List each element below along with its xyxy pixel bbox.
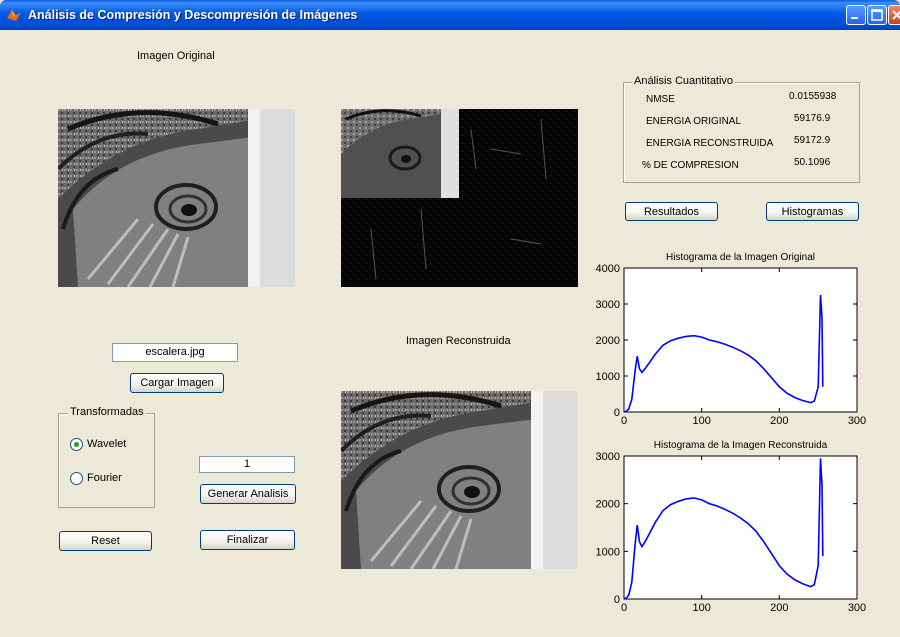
x-tick-label: 0 bbox=[621, 415, 627, 427]
reconstructed-energy-value: 59172.9 bbox=[794, 135, 831, 146]
wavelet-radio[interactable] bbox=[70, 438, 83, 451]
quantitative-analysis-title: Análisis Cuantitativo bbox=[632, 75, 736, 87]
original-histogram-chart: Histograma de la Imagen Original 0 100 200 3… bbox=[596, 252, 867, 427]
wavelet-coefficients-image bbox=[341, 109, 578, 287]
original-energy-value: 59176.9 bbox=[794, 113, 831, 124]
close-button[interactable] bbox=[888, 5, 900, 25]
generate-analysis-button[interactable]: Generar Analisis bbox=[200, 484, 296, 504]
reconstructed-energy-label: ENERGIA RECONSTRUIDA bbox=[646, 138, 774, 149]
nmse-label: NMSE bbox=[646, 94, 675, 105]
reconstructed-image bbox=[341, 391, 578, 569]
compression-label: % DE COMPRESION bbox=[642, 160, 739, 171]
x-tick-label: 100 bbox=[692, 415, 710, 427]
level-field[interactable]: 1 bbox=[199, 456, 295, 473]
compression-value: 50.1096 bbox=[794, 157, 831, 168]
matlab-icon bbox=[7, 10, 21, 21]
y-tick-label: 1000 bbox=[596, 371, 620, 383]
x-tick-label: 200 bbox=[770, 415, 788, 427]
histograms-button[interactable]: Histogramas bbox=[766, 202, 859, 221]
y-tick-label: 0 bbox=[614, 407, 620, 419]
x-tick-label: 0 bbox=[621, 602, 627, 614]
y-tick-label: 2000 bbox=[596, 335, 620, 347]
x-tick-label: 100 bbox=[692, 602, 710, 614]
maximize-button[interactable] bbox=[867, 5, 887, 25]
load-image-button[interactable]: Cargar Imagen bbox=[130, 373, 224, 393]
reconstructed-histogram-chart: Histograma de la Imagen Reconstruida 0 100… bbox=[596, 440, 867, 614]
y-tick-label: 4000 bbox=[596, 263, 620, 275]
y-tick-label: 3000 bbox=[596, 451, 620, 463]
chart-title: Histograma de la Imagen Reconstruida bbox=[654, 440, 828, 451]
minimize-button[interactable] bbox=[846, 5, 866, 25]
original-image-label: Imagen Original bbox=[137, 50, 215, 62]
original-energy-label: ENERGIA ORIGINAL bbox=[646, 116, 742, 127]
close-icon bbox=[892, 10, 900, 20]
y-tick-label: 2000 bbox=[596, 499, 620, 511]
wavelet-label[interactable]: Wavelet bbox=[87, 438, 126, 450]
radio-selected-dot bbox=[74, 442, 79, 447]
results-button[interactable]: Resultados bbox=[625, 202, 718, 221]
transforms-group-title: Transformadas bbox=[68, 406, 146, 418]
nmse-value: 0.0155938 bbox=[789, 91, 837, 102]
minimize-icon bbox=[851, 17, 858, 19]
chart-title: Histograma de la Imagen Original bbox=[666, 252, 815, 263]
maximize-icon bbox=[871, 9, 883, 21]
x-tick-label: 300 bbox=[848, 415, 866, 427]
filename-field[interactable]: escalera.jpg bbox=[112, 343, 238, 362]
y-tick-label: 0 bbox=[614, 594, 620, 606]
finish-button[interactable]: Finalizar bbox=[200, 530, 295, 550]
reset-button[interactable]: Reset bbox=[59, 531, 152, 551]
main-window: Análisis de Compresión y Descompresión d… bbox=[0, 0, 900, 637]
x-tick-label: 300 bbox=[848, 602, 866, 614]
reconstructed-image-label: Imagen Reconstruida bbox=[406, 335, 511, 347]
y-tick-label: 1000 bbox=[596, 546, 620, 558]
original-image bbox=[58, 109, 295, 287]
fourier-label[interactable]: Fourier bbox=[87, 472, 122, 484]
y-tick-label: 3000 bbox=[596, 299, 620, 311]
title-bar[interactable]: Análisis de Compresión y Descompresión d… bbox=[0, 0, 900, 30]
transforms-group bbox=[58, 413, 155, 508]
x-tick-label: 200 bbox=[770, 602, 788, 614]
fourier-radio[interactable] bbox=[70, 472, 83, 485]
window-title: Análisis de Compresión y Descompresión d… bbox=[28, 8, 358, 22]
